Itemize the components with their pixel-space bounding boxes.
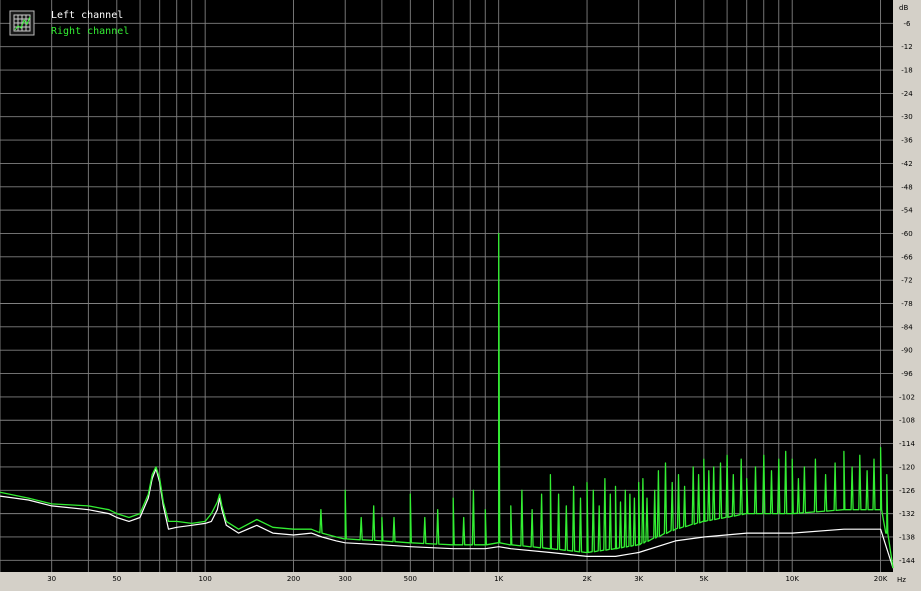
y-tick-label: -30 xyxy=(901,113,912,121)
y-tick-label: -138 xyxy=(899,533,915,541)
y-tick-label: -42 xyxy=(901,160,912,168)
x-tick-label: 50 xyxy=(112,575,121,583)
y-tick-label: -132 xyxy=(899,510,915,518)
x-tick-label: 30 xyxy=(47,575,56,583)
legend-right-channel: Right channel xyxy=(51,26,129,37)
y-tick-label: -48 xyxy=(901,183,912,191)
y-tick-label: -102 xyxy=(899,393,915,401)
y-tick-label: -12 xyxy=(901,43,912,51)
y-tick-label: -60 xyxy=(901,230,912,238)
y-tick-label: -120 xyxy=(899,463,915,471)
y-tick-label: -96 xyxy=(901,370,913,378)
x-tick-label: 100 xyxy=(198,575,211,583)
y-tick-label: -66 xyxy=(901,253,913,261)
x-tick-label: 2K xyxy=(583,575,592,583)
y-tick-label: -36 xyxy=(901,137,913,145)
y-tick-label: -24 xyxy=(901,90,913,98)
y-tick-label: -114 xyxy=(899,440,915,448)
y-tick-label: -72 xyxy=(901,277,912,285)
y-tick-label: -108 xyxy=(899,417,915,425)
x-tick-label: 5K xyxy=(699,575,708,583)
y-tick-label: -84 xyxy=(901,323,913,331)
x-unit-label: Hz xyxy=(897,576,906,584)
spectrum-analyzer-window: 30 50 100 200 300 500 1K 2K 3K 5K 10K 20K -6 -12 -18 -… xyxy=(0,0,921,591)
x-tick-label: 300 xyxy=(339,575,352,583)
y-unit-label: dB xyxy=(899,4,908,12)
spectrum-chart: 30 50 100 200 300 500 1K 2K 3K 5K 10K 20K -6 -12 -18 -… xyxy=(0,0,921,591)
x-axis-strip xyxy=(0,572,921,591)
x-tick-label: 1K xyxy=(494,575,503,583)
y-tick-label: -54 xyxy=(901,207,913,215)
y-axis-strip xyxy=(893,0,921,591)
x-tick-label: 10K xyxy=(785,575,799,583)
y-tick-label: -6 xyxy=(904,20,912,28)
y-tick-label: -78 xyxy=(901,300,912,308)
y-tick-label: -126 xyxy=(899,487,915,495)
legend-left-channel: Left channel xyxy=(51,10,123,21)
x-tick-label: 500 xyxy=(404,575,417,583)
x-tick-label: 3K xyxy=(634,575,643,583)
x-tick-label: 200 xyxy=(287,575,300,583)
plot-background xyxy=(0,0,893,572)
y-tick-label: -144 xyxy=(899,557,915,565)
x-tick-label: 20K xyxy=(874,575,888,583)
y-tick-label: -90 xyxy=(901,347,912,355)
y-tick-label: -18 xyxy=(901,67,912,75)
